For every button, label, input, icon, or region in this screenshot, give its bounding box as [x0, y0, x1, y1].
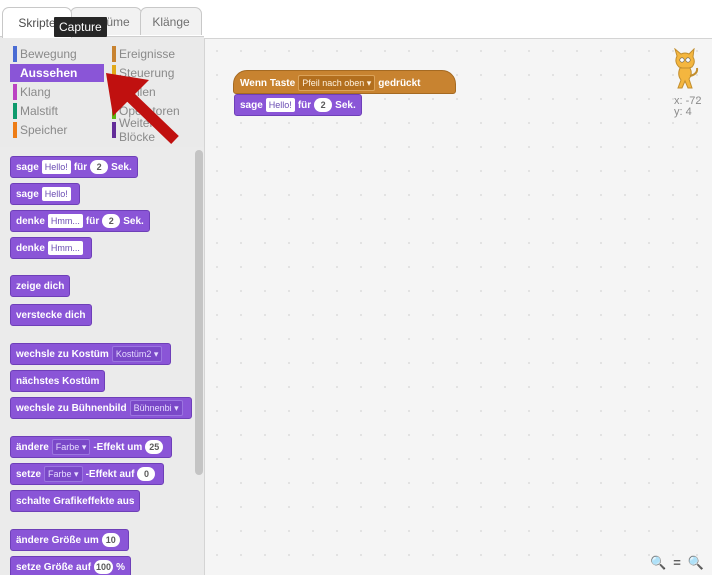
red-arrow-icon: [106, 73, 179, 144]
category-klang[interactable]: Klang: [10, 83, 98, 101]
seconds-input[interactable]: 2: [314, 98, 333, 112]
backdrop-dropdown[interactable]: Bühnenbi: [129, 400, 183, 416]
effect-dropdown[interactable]: Farbe: [51, 439, 91, 455]
zoom-controls: 🔍 = 🔍: [650, 555, 704, 571]
script-say-for-secs-block[interactable]: sage Hello! für 2 Sek.: [234, 94, 362, 116]
category-label: Malstift: [20, 104, 59, 118]
key-dropdown[interactable]: Pfeil nach oben: [298, 75, 376, 91]
tab-bar: Skripte Kostüme Klänge Capture: [0, 0, 210, 38]
block-text: Sek.: [111, 161, 132, 173]
size-value-input[interactable]: 100: [94, 560, 114, 574]
block-hide[interactable]: verstecke dich: [10, 304, 92, 326]
block-text: setze: [16, 468, 42, 480]
message-input[interactable]: Hmm...: [47, 241, 83, 255]
block-switch-backdrop[interactable]: wechsle zu Bühnenbild Bühnenbi: [10, 397, 192, 419]
block-change-size[interactable]: ändere Größe um 10: [10, 529, 129, 551]
category-color-bar: [13, 103, 17, 119]
size-amount-input[interactable]: 10: [101, 533, 120, 547]
category-label: Aussehen: [20, 66, 78, 80]
block-text: setze Größe auf: [16, 561, 92, 573]
block-text: %: [116, 561, 125, 573]
effect-amount-input[interactable]: 25: [145, 440, 164, 454]
block-text: wechsle zu Bühnenbild: [16, 402, 127, 414]
seconds-input[interactable]: 2: [90, 160, 109, 174]
category-color-bar: [112, 46, 116, 62]
sprite-coordinates: x: -72 y: 4: [674, 96, 702, 118]
block-text: Wenn Taste: [240, 77, 296, 89]
category-color-bar: [13, 122, 17, 138]
category-color-bar: [13, 46, 17, 62]
block-text: verstecke dich: [16, 309, 86, 321]
block-set-size[interactable]: setze Größe auf 100 %: [10, 556, 131, 575]
category-malstift[interactable]: Malstift: [10, 102, 98, 120]
category-ereignisse[interactable]: Ereignisse: [109, 45, 197, 63]
effect-value-input[interactable]: 0: [137, 467, 156, 481]
block-text: sage: [240, 99, 263, 111]
block-say[interactable]: sage Hello!: [10, 183, 80, 205]
when-key-pressed-hat-block[interactable]: Wenn Taste Pfeil nach oben gedrückt: [233, 70, 456, 94]
block-show[interactable]: zeige dich: [10, 275, 71, 297]
block-clear-graphic-effects[interactable]: schalte Grafikeffekte aus: [10, 490, 141, 512]
category-label: Speicher: [20, 123, 68, 137]
message-input[interactable]: Hmm...: [47, 214, 83, 228]
block-text: nächstes Kostüm: [16, 375, 100, 387]
capture-tooltip: Capture: [54, 17, 107, 37]
block-text: ändere Größe um: [16, 534, 99, 546]
script-area[interactable]: [204, 38, 712, 575]
block-text: wechsle zu Kostüm: [16, 348, 109, 360]
block-text: ändere: [16, 441, 49, 453]
block-text: sage: [16, 161, 39, 173]
category-label: Klang: [20, 85, 51, 99]
block-palette[interactable]: sage Hello! für 2 Sek. sage Hello! denke…: [0, 147, 204, 575]
zoom-in-icon[interactable]: 🔍: [688, 555, 704, 571]
message-input[interactable]: Hello!: [41, 160, 71, 174]
block-set-effect[interactable]: setze Farbe -Effekt auf 0: [10, 463, 165, 485]
category-bewegung[interactable]: Bewegung: [10, 45, 98, 63]
category-speicher[interactable]: Speicher: [10, 121, 98, 139]
block-think-for-secs[interactable]: denke Hmm... für 2 Sek.: [10, 210, 150, 232]
tab-sounds-label: Klänge: [152, 14, 190, 29]
category-color-bar: [13, 65, 17, 81]
block-text: denke: [16, 215, 45, 227]
block-text: für: [85, 215, 100, 227]
costume-dropdown[interactable]: Kostüm2: [111, 346, 163, 362]
zoom-out-icon[interactable]: 🔍: [650, 555, 666, 571]
category-label: Bewegung: [20, 47, 77, 61]
block-text: -Effekt um: [93, 441, 143, 453]
effect-dropdown[interactable]: Farbe: [44, 466, 83, 482]
tab-scripts-label: Skripte: [18, 16, 56, 30]
block-text: Sek.: [123, 215, 144, 227]
block-text: zeige dich: [16, 280, 65, 292]
zoom-reset-icon[interactable]: =: [673, 555, 681, 571]
sprite-y: y: 4: [674, 106, 692, 118]
block-text: für: [297, 99, 312, 111]
category-aussehen[interactable]: Aussehen: [10, 64, 104, 82]
block-text: für: [73, 161, 88, 173]
block-text: sage: [16, 188, 39, 200]
sprite-cat-icon: [674, 48, 699, 89]
category-label: Ereignisse: [119, 47, 176, 61]
message-input[interactable]: Hello!: [265, 98, 295, 112]
block-text: denke: [16, 242, 45, 254]
block-change-effect[interactable]: ändere Farbe -Effekt um 25: [10, 436, 173, 458]
block-text: schalte Grafikeffekte aus: [16, 495, 135, 507]
message-input[interactable]: Hello!: [41, 187, 71, 201]
block-think[interactable]: denke Hmm...: [10, 237, 92, 259]
block-text: -Effekt auf: [85, 468, 135, 480]
tab-sounds[interactable]: Klänge: [140, 7, 202, 35]
block-text: gedrückt: [378, 77, 421, 89]
block-text: Sek.: [335, 99, 356, 111]
palette-scrollbar[interactable]: [195, 150, 203, 475]
block-next-costume[interactable]: nächstes Kostüm: [10, 370, 106, 392]
block-switch-costume[interactable]: wechsle zu Kostüm Kostüm2: [10, 343, 172, 365]
category-color-bar: [13, 84, 17, 100]
seconds-input[interactable]: 2: [102, 214, 121, 228]
